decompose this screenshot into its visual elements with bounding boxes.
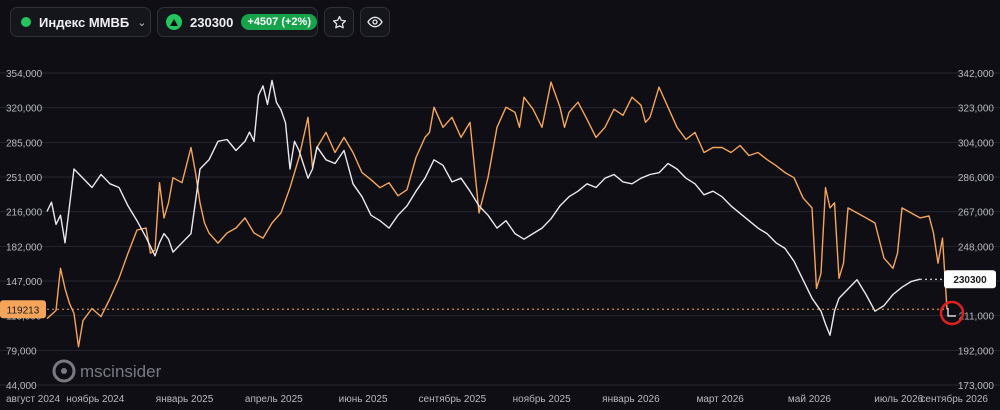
- watermark: mscinsider: [52, 359, 162, 383]
- left-axis-tick-label: 44,000: [6, 381, 37, 392]
- x-axis-tick-label: март 2026: [696, 394, 744, 405]
- left-current-badge-label: 119213: [7, 305, 40, 316]
- watermark-text: mscinsider: [80, 362, 162, 381]
- right-axis-tick-label: 342,000: [958, 69, 995, 80]
- left-axis-tick-label: 147,000: [6, 277, 43, 288]
- right-axis-tick-label: 323,000: [958, 104, 995, 115]
- x-axis-tick-label: май 2026: [788, 394, 831, 405]
- x-axis-tick-label: сентябрь 2026: [920, 393, 988, 405]
- x-axis-tick-label: ноябрь 2025: [513, 393, 571, 405]
- end-marker-icon: [947, 308, 956, 317]
- right-axis-tick-label: 248,000: [958, 242, 995, 253]
- x-axis-tick-label: август 2024: [6, 394, 60, 405]
- series-line-white: [46, 79, 921, 336]
- x-axis-tick-label: июль 2026: [874, 394, 923, 405]
- left-axis-tick-label: 182,000: [6, 242, 43, 253]
- left-axis-tick-label: 216,000: [6, 208, 43, 219]
- right-axis-tick-label: 286,000: [958, 173, 995, 184]
- left-axis-tick-label: 354,000: [6, 69, 43, 80]
- left-axis-tick-label: 285,000: [6, 138, 43, 149]
- x-axis-tick-label: июнь 2025: [339, 394, 388, 405]
- x-axis-tick-label: январь 2026: [602, 394, 660, 405]
- left-axis-tick-label: 251,000: [6, 173, 43, 184]
- x-axis-tick-label: сентябрь 2025: [419, 393, 487, 405]
- right-axis-tick-label: 267,000: [958, 208, 995, 219]
- x-axis-tick-label: ноябрь 2024: [66, 393, 124, 405]
- right-current-badge-label: 230300: [953, 275, 987, 286]
- x-axis-tick-label: апрель 2025: [245, 394, 303, 405]
- left-axis-tick-label: 79,000: [6, 346, 37, 357]
- left-axis-tick-label: 320,000: [6, 104, 43, 115]
- right-axis-tick-label: 192,000: [958, 346, 995, 357]
- price-chart: 354,000 320,000 285,000 251,000 216,000 182,0…: [0, 69, 1000, 405]
- x-axis-tick-label: январь 2025: [156, 394, 214, 405]
- right-axis-tick-label: 304,000: [958, 138, 995, 149]
- right-axis-tick-label: 173,000: [958, 381, 995, 392]
- series-line-orange: [46, 81, 948, 348]
